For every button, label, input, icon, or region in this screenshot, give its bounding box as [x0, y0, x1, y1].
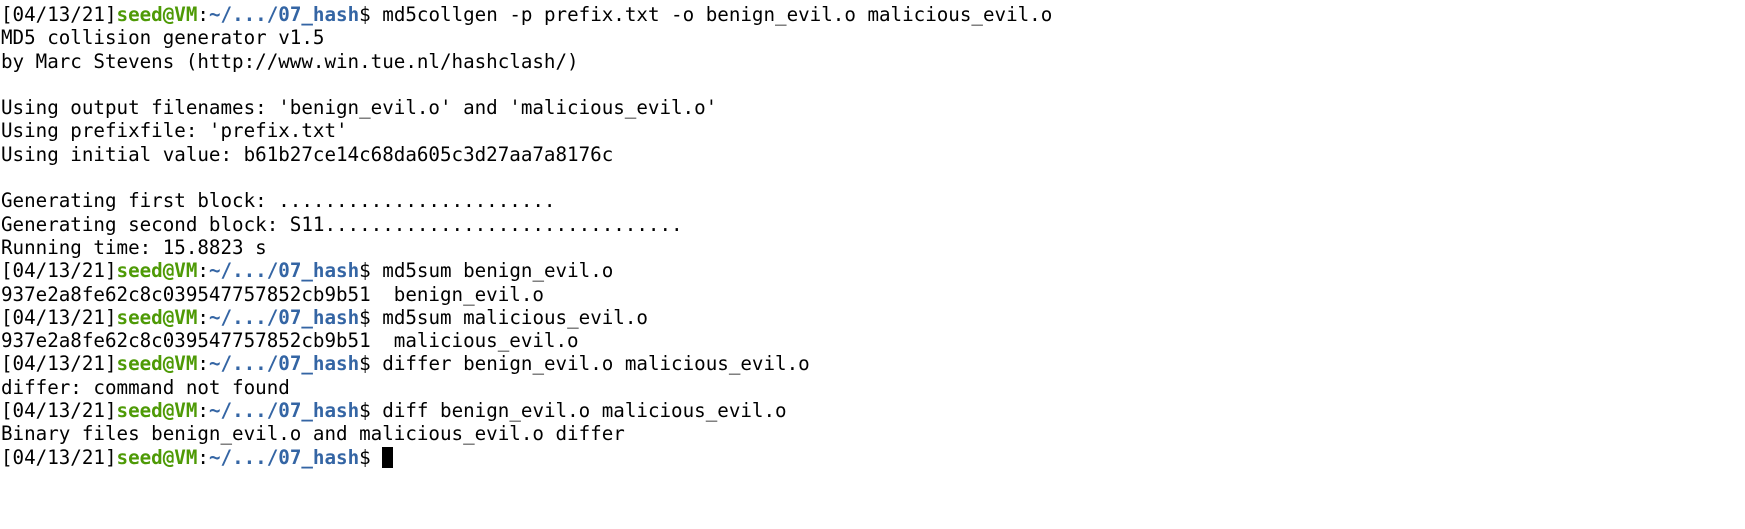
prompt-user: seed@VM	[116, 445, 198, 469]
output-line: Using output filenames: 'benign_evil.o' …	[1, 96, 1052, 119]
prompt-date: [04/13/21]	[1, 305, 117, 329]
prompt-path: ~/.../07_hash	[208, 259, 360, 283]
output-text: 937e2a8fe62c8c039547757852cb9b51 malicio…	[1, 329, 579, 353]
prompt-path: ~/.../07_hash	[208, 445, 360, 469]
output-text: MD5 collision generator v1.5	[1, 26, 325, 50]
command-text: diff benign_evil.o malicious_evil.o	[382, 399, 787, 423]
command-text: md5collgen -p prefix.txt -o benign_evil.…	[382, 3, 1053, 26]
prompt-date: [04/13/21]	[1, 399, 117, 423]
command-line: [04/13/21]seed@VM:~/.../07_hash$ md5coll…	[1, 3, 1052, 26]
prompt-user: seed@VM	[116, 3, 198, 26]
output-line: Generating second block: S11............…	[1, 213, 1052, 236]
prompt-symbol: $	[359, 259, 383, 283]
output-line: Generating first block: ................…	[1, 189, 1052, 212]
command-line: [04/13/21]seed@VM:~/.../07_hash$ md5sum …	[1, 306, 1052, 329]
output-text: Running time: 15.8823 s	[1, 235, 267, 259]
output-text: Generating second block: S11............…	[1, 212, 683, 236]
command-line: [04/13/21]seed@VM:~/.../07_hash$ differ …	[1, 352, 1052, 375]
output-line: Binary files benign_evil.o and malicious…	[1, 422, 1052, 445]
prompt-separator: :	[197, 3, 209, 26]
output-line: by Marc Stevens (http://www.win.tue.nl/h…	[1, 50, 1052, 73]
prompt-date: [04/13/21]	[1, 352, 117, 376]
output-line: 937e2a8fe62c8c039547757852cb9b51 benign_…	[1, 283, 1052, 306]
command-line: [04/13/21]seed@VM:~/.../07_hash$ md5sum …	[1, 259, 1052, 282]
output-text: differ: command not found	[1, 375, 290, 399]
output-line: Using initial value: b61b27ce14c68da605c…	[1, 143, 1052, 166]
output-text: Binary files benign_evil.o and malicious…	[1, 422, 625, 446]
prompt-user: seed@VM	[116, 305, 198, 329]
output-line: 937e2a8fe62c8c039547757852cb9b51 malicio…	[1, 329, 1052, 352]
prompt-user: seed@VM	[116, 259, 198, 283]
prompt-symbol: $	[359, 305, 383, 329]
command-line: [04/13/21]seed@VM:~/.../07_hash$	[1, 446, 1052, 469]
prompt-separator: :	[197, 445, 209, 469]
output-line: Running time: 15.8823 s	[1, 236, 1052, 259]
prompt-path: ~/.../07_hash	[208, 352, 360, 376]
output-text: Using initial value: b61b27ce14c68da605c…	[1, 142, 614, 166]
output-text: Using prefixfile: 'prefix.txt'	[1, 119, 348, 143]
prompt-date: [04/13/21]	[1, 3, 117, 26]
output-line: Using prefixfile: 'prefix.txt'	[1, 119, 1052, 142]
prompt-path: ~/.../07_hash	[208, 399, 360, 423]
prompt-symbol: $	[359, 445, 383, 469]
output-text: Generating first block: ................…	[1, 189, 556, 213]
command-text: differ benign_evil.o malicious_evil.o	[382, 352, 810, 376]
output-text: 937e2a8fe62c8c039547757852cb9b51 benign_…	[1, 282, 544, 306]
prompt-separator: :	[197, 305, 209, 329]
output-text: Using output filenames: 'benign_evil.o' …	[1, 96, 718, 120]
command-text: md5sum benign_evil.o	[382, 259, 614, 283]
prompt-symbol: $	[359, 399, 383, 423]
prompt-date: [04/13/21]	[1, 445, 117, 469]
text-cursor[interactable]	[382, 446, 394, 468]
output-text: by Marc Stevens (http://www.win.tue.nl/h…	[1, 49, 579, 73]
prompt-separator: :	[197, 259, 209, 283]
prompt-user: seed@VM	[116, 399, 198, 423]
prompt-separator: :	[197, 352, 209, 376]
output-line: MD5 collision generator v1.5	[1, 26, 1052, 49]
command-text: md5sum malicious_evil.o	[382, 305, 648, 329]
prompt-path: ~/.../07_hash	[208, 3, 360, 26]
prompt-user: seed@VM	[116, 352, 198, 376]
prompt-symbol: $	[359, 352, 383, 376]
prompt-date: [04/13/21]	[1, 259, 117, 283]
command-line: [04/13/21]seed@VM:~/.../07_hash$ diff be…	[1, 399, 1052, 422]
output-line: differ: command not found	[1, 376, 1052, 399]
prompt-path: ~/.../07_hash	[208, 305, 360, 329]
prompt-symbol: $	[359, 3, 383, 26]
prompt-separator: :	[197, 399, 209, 423]
terminal-output[interactable]: [04/13/21]seed@VM:~/.../07_hash$ md5coll…	[1, 3, 1052, 469]
